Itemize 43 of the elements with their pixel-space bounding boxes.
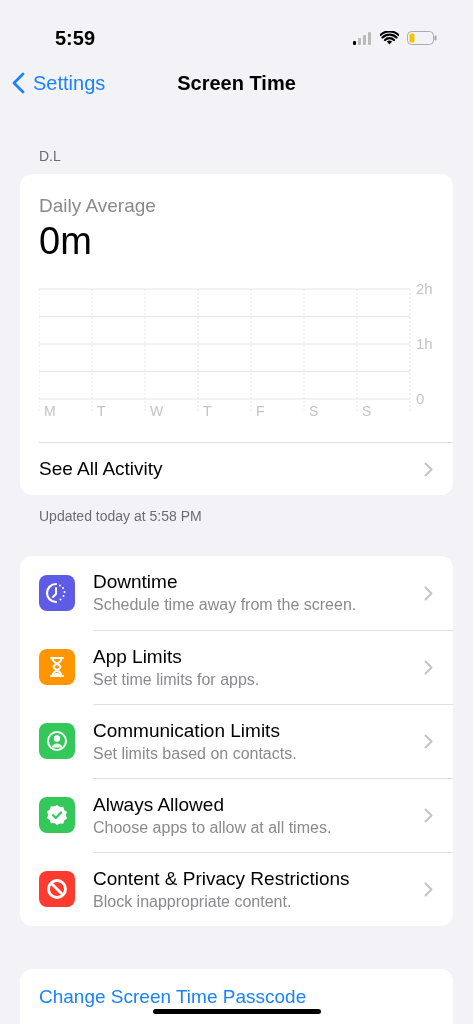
row-title: Always Allowed xyxy=(93,792,225,817)
row-subtitle: Schedule time away from the screen. xyxy=(93,595,357,615)
battery-icon xyxy=(407,31,437,45)
settings-row[interactable]: Communication Limits Set limits based on contacts. xyxy=(20,704,453,778)
signal-icon xyxy=(353,31,372,45)
clock-time: 5:59 xyxy=(55,26,96,51)
day-label: T xyxy=(97,403,106,419)
chevron-icon xyxy=(424,882,433,897)
day-label: S xyxy=(309,403,319,419)
day-label: W xyxy=(150,403,164,419)
row-subtitle: Choose apps to allow at all times. xyxy=(93,817,332,838)
updated-note: Updated today at 5:58 PM xyxy=(39,507,203,526)
day-label: S xyxy=(362,403,372,419)
back-chevron-icon xyxy=(12,72,25,94)
summary-title: Daily Average xyxy=(39,194,157,218)
row-subtitle: Set limits based on contacts. xyxy=(93,743,297,764)
activity-link[interactable]: See All Activity xyxy=(39,442,453,495)
day-label: F xyxy=(256,403,265,419)
section-label: D.L xyxy=(39,147,62,166)
page-title: Screen Time xyxy=(177,72,296,94)
chevron-icon xyxy=(424,585,433,601)
chevron-icon xyxy=(424,660,433,675)
day-label: M xyxy=(44,403,56,419)
chevron-icon xyxy=(424,808,433,823)
row-title: Communication Limits xyxy=(93,718,281,743)
row-title: Downtime xyxy=(93,570,179,594)
row-title: Content & Privacy Restrictions xyxy=(93,866,350,891)
chevron-icon xyxy=(424,461,433,477)
axis-label: 1h xyxy=(416,335,433,352)
summary-value: 0m xyxy=(39,219,93,264)
axis-label: 0 xyxy=(416,390,425,407)
passcode-link[interactable]: Change Screen Time Passcode xyxy=(39,983,307,1012)
row-subtitle: Block inappropriate content. xyxy=(93,891,293,912)
row-subtitle: Set time limits for apps. xyxy=(93,669,260,690)
settings-row[interactable]: Content & Privacy Restrictions Block inappropriate content. xyxy=(20,852,453,926)
day-label: T xyxy=(203,403,212,419)
settings-row[interactable]: Always Allowed Choose apps to allow at all times. xyxy=(20,778,453,852)
axis-label: 2h xyxy=(416,282,433,297)
chevron-icon xyxy=(424,734,433,749)
wifi-icon xyxy=(380,31,399,45)
settings-row[interactable]: Downtime Schedule time away from the screen. xyxy=(20,556,453,630)
row-title: App Limits xyxy=(93,644,183,669)
settings-row[interactable]: App Limits Set time limits for apps. xyxy=(20,630,453,704)
